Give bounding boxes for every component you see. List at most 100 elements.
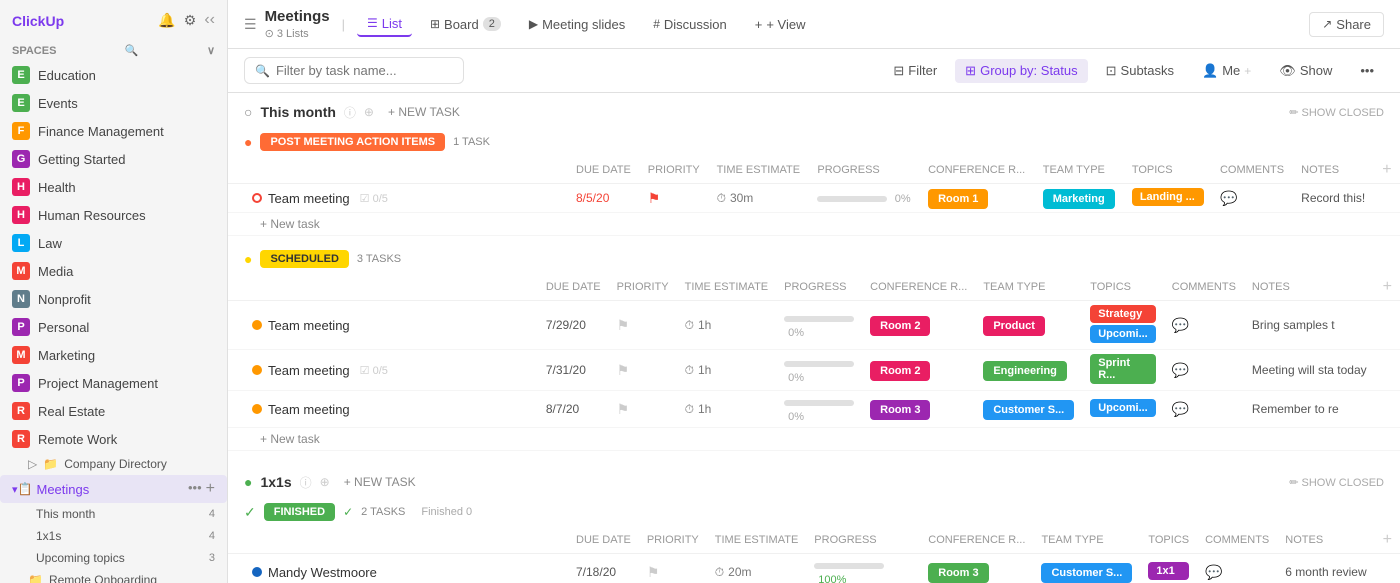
search-input[interactable]: [276, 63, 436, 78]
task-comments[interactable]: 💬: [1197, 554, 1277, 583]
col-comments3[interactable]: COMMENTS: [1197, 527, 1277, 554]
sidebar-subitem-1x1s[interactable]: 1x1s 4: [0, 525, 227, 547]
col-team-type2[interactable]: TEAM TYPE: [975, 274, 1082, 301]
task-topics[interactable]: Sprint R...: [1082, 350, 1164, 391]
task-conf-room[interactable]: Room 3: [862, 391, 975, 428]
task-due-date[interactable]: 7/18/20: [568, 554, 639, 583]
sidebar-item-finance[interactable]: F Finance Management: [0, 117, 227, 145]
sidebar-folder-remote-onboarding[interactable]: 📁 Remote Onboarding: [0, 569, 227, 583]
col-topics[interactable]: TOPICS: [1124, 157, 1212, 184]
1x1s-collapse-icon[interactable]: ●: [244, 474, 252, 490]
task-comments[interactable]: 💬: [1164, 350, 1244, 391]
task-priority[interactable]: ⚑: [609, 301, 677, 350]
col-conference-room3[interactable]: CONFERENCE R...: [920, 527, 1033, 554]
task-priority[interactable]: ⚑: [609, 350, 677, 391]
col-conference-room[interactable]: CONFERENCE R...: [920, 157, 1035, 184]
sidebar-meetings-section[interactable]: ▾ 📋 Meetings ••• +: [0, 475, 227, 503]
sidebar-subitem-this-month[interactable]: This month 4: [0, 503, 227, 525]
col-comments2[interactable]: COMMENTS: [1164, 274, 1244, 301]
task-team-type[interactable]: Customer S...: [975, 391, 1082, 428]
col-due-date[interactable]: DUE DATE: [568, 157, 640, 184]
sidebar-item-media[interactable]: M Media: [0, 257, 227, 285]
1x1s-info-icon[interactable]: ⓘ: [300, 474, 312, 491]
add-view-button[interactable]: + + View: [745, 13, 816, 36]
task-time-estimate[interactable]: ⏱ 20m: [707, 554, 807, 583]
sidebar-item-project-management[interactable]: P Project Management: [0, 369, 227, 397]
task-conf-room[interactable]: Room 2: [862, 301, 975, 350]
task-status-dot[interactable]: [252, 193, 262, 203]
task-conf-room[interactable]: Room 2: [862, 350, 975, 391]
sidebar-item-law[interactable]: L Law: [0, 229, 227, 257]
me-button[interactable]: 👤 Me +: [1192, 59, 1261, 83]
task-status-dot[interactable]: [252, 365, 262, 375]
task-time-estimate[interactable]: ⏱ 1h: [677, 391, 777, 428]
this-month-settings-icon[interactable]: ⊕: [364, 105, 374, 119]
sidebar-item-education[interactable]: E Education: [0, 61, 227, 89]
col-time-estimate[interactable]: TIME ESTIMATE: [709, 157, 810, 184]
show-button[interactable]: 👁 Show: [1269, 59, 1342, 83]
col-add[interactable]: +: [1374, 157, 1400, 184]
task-time-estimate[interactable]: ⏱ 1h: [677, 350, 777, 391]
spaces-chevron-icon[interactable]: ∨: [207, 44, 215, 57]
task-topics[interactable]: Upcomi...: [1082, 391, 1164, 428]
tab-discussion[interactable]: # Discussion: [643, 13, 737, 36]
task-conf-room[interactable]: Room 1: [920, 184, 1035, 213]
this-month-new-task[interactable]: + NEW TASK: [382, 103, 466, 121]
sidebar-item-health[interactable]: H Health: [0, 173, 227, 201]
task-priority[interactable]: ⚑: [639, 554, 707, 583]
scheduled-collapse-icon[interactable]: ●: [244, 251, 252, 267]
col-comments[interactable]: COMMENTS: [1212, 157, 1293, 184]
subtasks-button[interactable]: ⊡ Subtasks: [1096, 59, 1184, 83]
task-comments[interactable]: 💬: [1212, 184, 1293, 213]
more-options-button[interactable]: •••: [1350, 59, 1384, 82]
col-progress2[interactable]: PROGRESS: [776, 274, 862, 301]
col-add2[interactable]: +: [1375, 274, 1400, 301]
task-status-dot[interactable]: [252, 320, 262, 330]
col-due-date2[interactable]: DUE DATE: [538, 274, 609, 301]
col-team-type3[interactable]: TEAM TYPE: [1033, 527, 1140, 554]
col-conference-room2[interactable]: CONFERENCE R...: [862, 274, 975, 301]
col-notes3[interactable]: NOTES: [1277, 527, 1374, 554]
new-task-link2[interactable]: + New task: [260, 432, 320, 446]
finished-collapse-icon[interactable]: ✓: [244, 504, 256, 521]
new-task-link[interactable]: + New task: [260, 217, 320, 231]
col-time-estimate3[interactable]: TIME ESTIMATE: [707, 527, 807, 554]
sidebar-item-personal[interactable]: P Personal: [0, 313, 227, 341]
task-due-date[interactable]: 8/5/20: [568, 184, 640, 213]
sidebar-item-marketing[interactable]: M Marketing: [0, 341, 227, 369]
sidebar-item-real-estate[interactable]: R Real Estate: [0, 397, 227, 425]
tab-board[interactable]: ⊞ Board 2: [420, 13, 511, 36]
col-team-type[interactable]: TEAM TYPE: [1035, 157, 1124, 184]
task-comments[interactable]: 💬: [1164, 301, 1244, 350]
1x1s-settings-icon[interactable]: ⊕: [320, 475, 330, 489]
gear-icon[interactable]: ⚙: [184, 12, 197, 29]
col-add3[interactable]: +: [1375, 527, 1400, 554]
post-meeting-collapse-icon[interactable]: ●: [244, 134, 252, 150]
search-box[interactable]: 🔍: [244, 57, 464, 84]
sidebar-item-human-resources[interactable]: H Human Resources: [0, 201, 227, 229]
collapse-icon[interactable]: ‹‹: [204, 11, 215, 29]
this-month-show-closed[interactable]: ✏ SHOW CLOSED: [1289, 106, 1384, 119]
col-time-estimate2[interactable]: TIME ESTIMATE: [677, 274, 777, 301]
task-time-estimate[interactable]: ⏱ 30m: [709, 184, 810, 213]
group-by-button[interactable]: ⊞ Group by: Status: [955, 59, 1087, 83]
sidebar-item-getting-started[interactable]: G Getting Started: [0, 145, 227, 173]
task-team-type[interactable]: Product: [975, 301, 1082, 350]
1x1s-show-closed[interactable]: ✏ SHOW CLOSED: [1289, 476, 1384, 489]
finished-badge[interactable]: FINISHED: [264, 503, 335, 521]
task-due-date[interactable]: 8/7/20: [538, 391, 609, 428]
this-month-collapse-icon[interactable]: ○: [244, 104, 252, 120]
col-topics3[interactable]: TOPICS: [1140, 527, 1197, 554]
filter-button[interactable]: ⊟ Filter: [883, 59, 947, 83]
meetings-more-icon[interactable]: •••: [188, 480, 202, 498]
1x1s-new-task[interactable]: + NEW TASK: [338, 473, 422, 491]
share-button[interactable]: ↗ Share: [1309, 12, 1384, 37]
task-comments[interactable]: 💬: [1164, 391, 1244, 428]
sidebar-folder-company-directory[interactable]: ▷ 📁 Company Directory: [0, 453, 227, 475]
task-topics[interactable]: Landing ...: [1124, 184, 1212, 213]
col-priority[interactable]: PRIORITY: [640, 157, 709, 184]
col-notes2[interactable]: NOTES: [1244, 274, 1375, 301]
task-due-date[interactable]: 7/29/20: [538, 301, 609, 350]
this-month-info-icon[interactable]: ⓘ: [344, 104, 356, 121]
task-conf-room[interactable]: Room 3: [920, 554, 1033, 583]
